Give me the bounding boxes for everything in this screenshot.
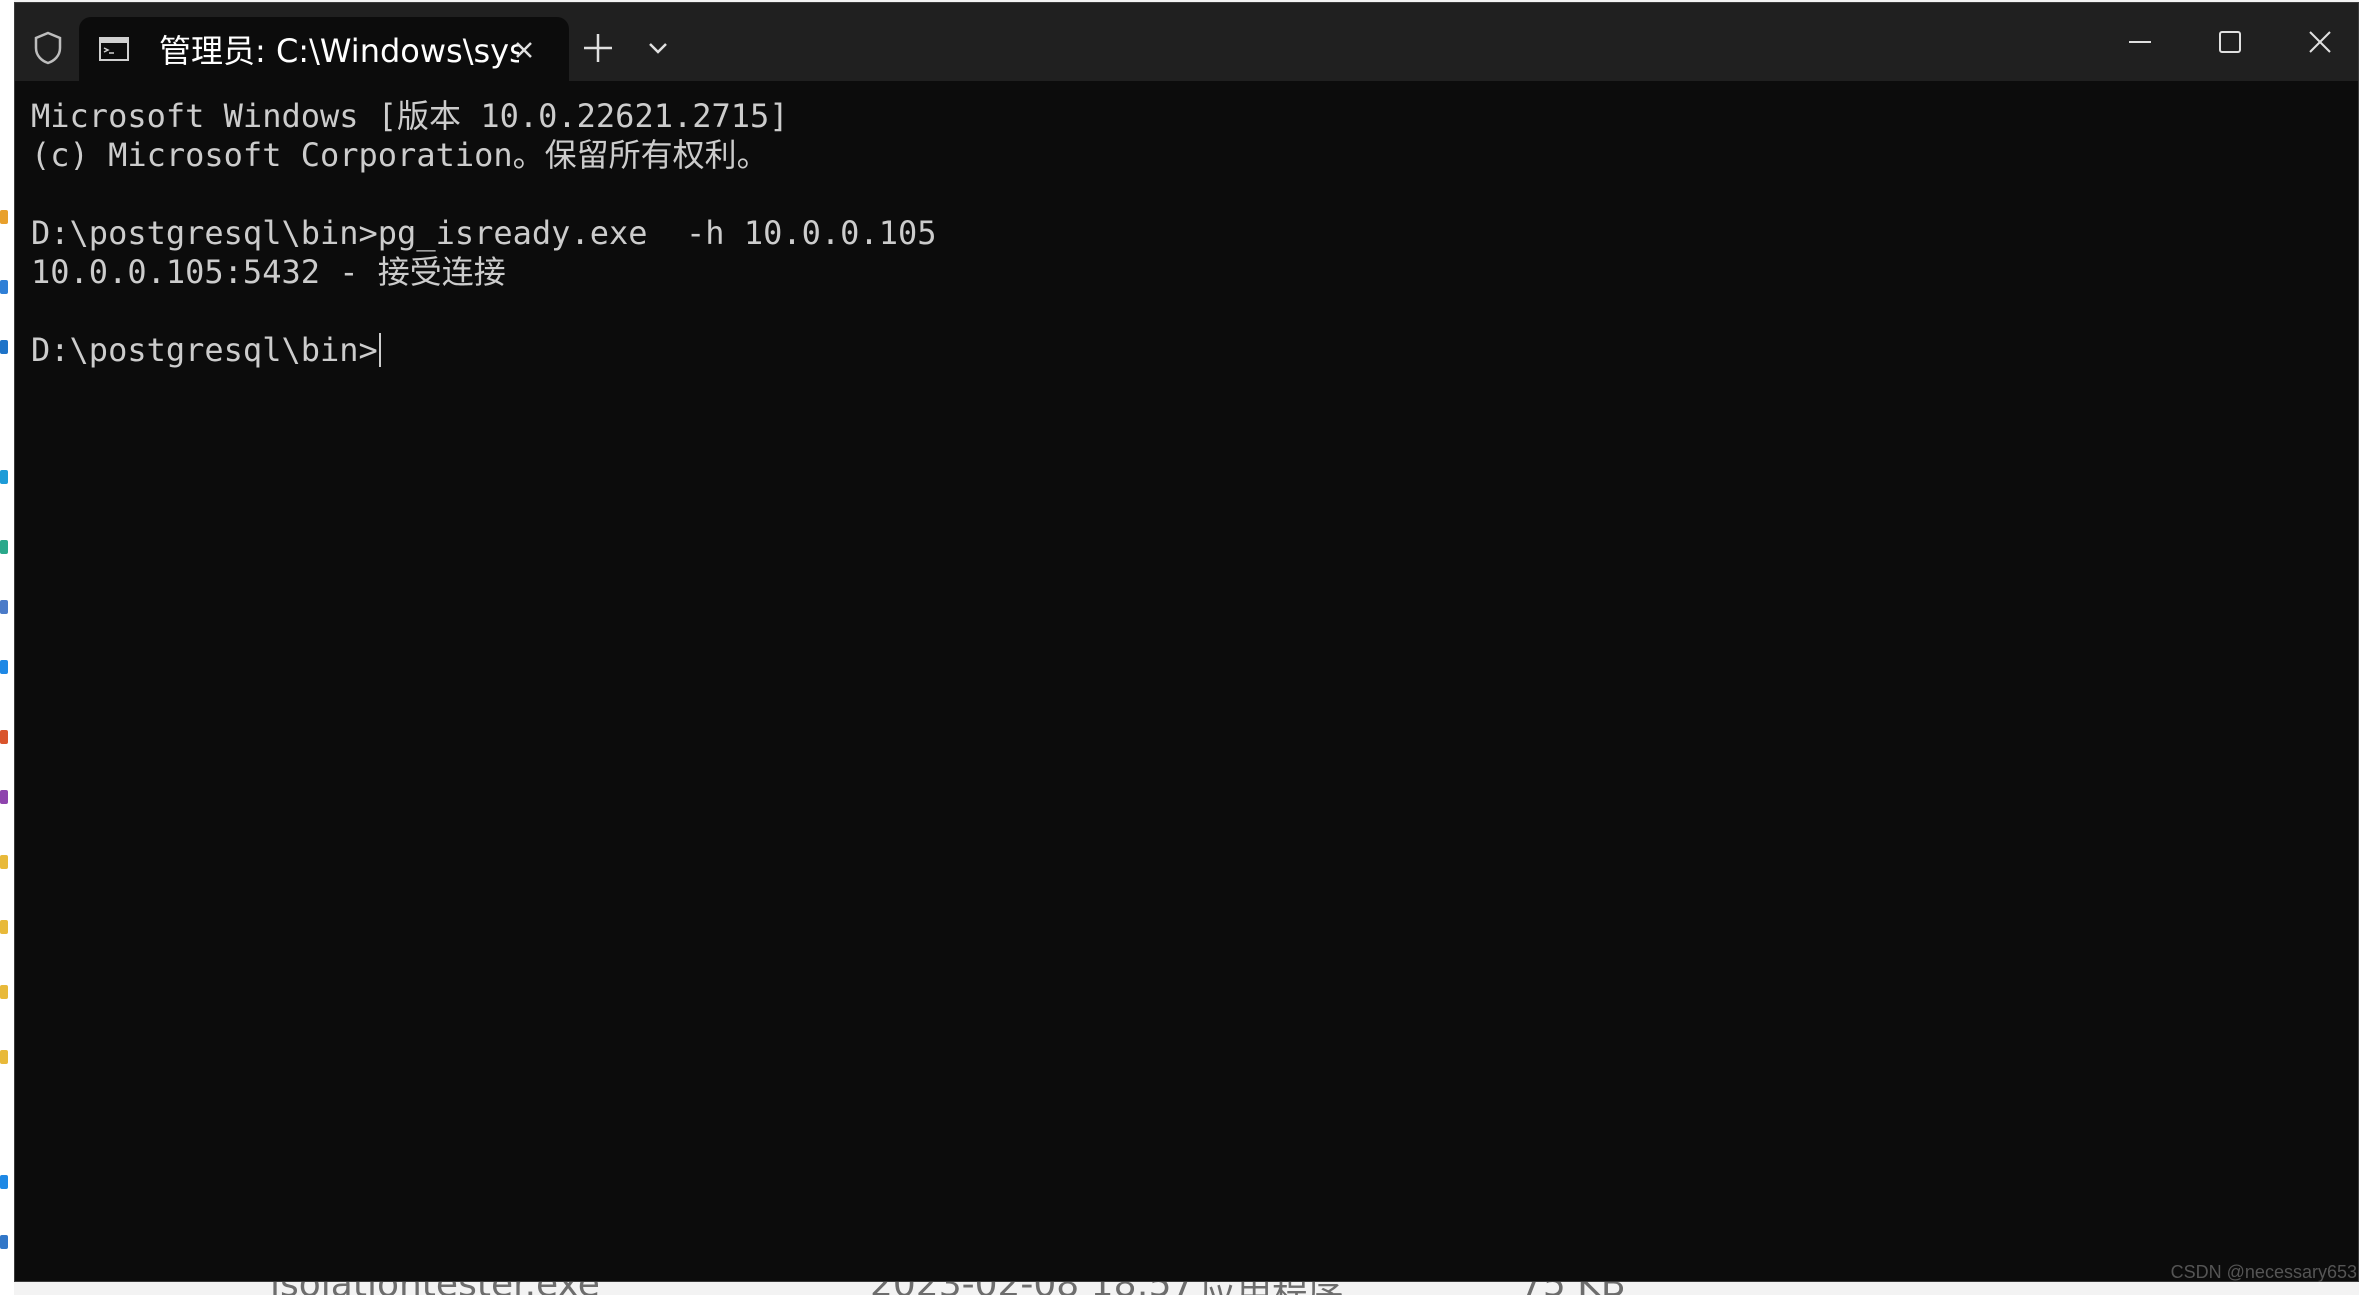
chevron-down-icon[interactable] <box>647 41 669 55</box>
terminal-icon <box>99 37 129 61</box>
background-window-edge <box>0 0 14 1295</box>
folder-icon <box>0 855 8 869</box>
console-line: Microsoft Windows [版本 10.0.22621.2715] <box>31 97 789 135</box>
tab-cmd[interactable]: 管理员: C:\Windows\system32\cmd.exe <box>79 17 569 81</box>
app-icon <box>0 280 8 294</box>
text-cursor <box>378 333 381 367</box>
folder-icon <box>0 985 8 999</box>
close-icon <box>2309 31 2331 53</box>
watermark: CSDN @necessary653 <box>2170 1262 2357 1282</box>
close-window-button[interactable] <box>2275 13 2358 71</box>
plus-icon[interactable] <box>581 31 615 65</box>
folder-icon <box>0 920 8 934</box>
prompt-text: D:\postgresql\bin> <box>31 331 378 369</box>
title-bar[interactable]: 管理员: C:\Windows\system32\cmd.exe <box>15 3 2358 81</box>
console-line: (c) Microsoft Corporation。保留所有权利。 <box>31 136 769 174</box>
console-output[interactable]: Microsoft Windows [版本 10.0.22621.2715] (… <box>31 97 2331 370</box>
close-icon[interactable] <box>511 37 537 63</box>
app-icon <box>0 1235 8 1249</box>
app-icon <box>0 660 8 674</box>
shield-icon <box>34 31 62 65</box>
minimize-button[interactable] <box>2095 13 2185 71</box>
minimize-icon <box>2129 41 2151 43</box>
app-icon <box>0 790 8 804</box>
folder-icon <box>0 1050 8 1064</box>
background-window-edge-right <box>2359 0 2371 1295</box>
tab-title: 管理员: C:\Windows\system32\cmd.exe <box>159 32 519 70</box>
folder-icon <box>0 210 8 224</box>
terminal-window: 管理员: C:\Windows\system32\cmd.exe <box>14 2 2359 1282</box>
app-icon <box>0 730 8 744</box>
app-icon <box>0 470 8 484</box>
file-icon <box>0 600 8 614</box>
app-icon <box>0 340 8 354</box>
cloud-icon <box>0 1175 8 1189</box>
app-icon <box>0 540 8 554</box>
maximize-button[interactable] <box>2185 13 2275 71</box>
prompt-line[interactable]: D:\postgresql\bin> <box>31 331 2331 370</box>
console-line: 10.0.0.105:5432 - 接受连接 <box>31 253 506 291</box>
maximize-icon <box>2219 31 2241 53</box>
console-line: D:\postgresql\bin>pg_isready.exe -h 10.0… <box>31 214 937 252</box>
